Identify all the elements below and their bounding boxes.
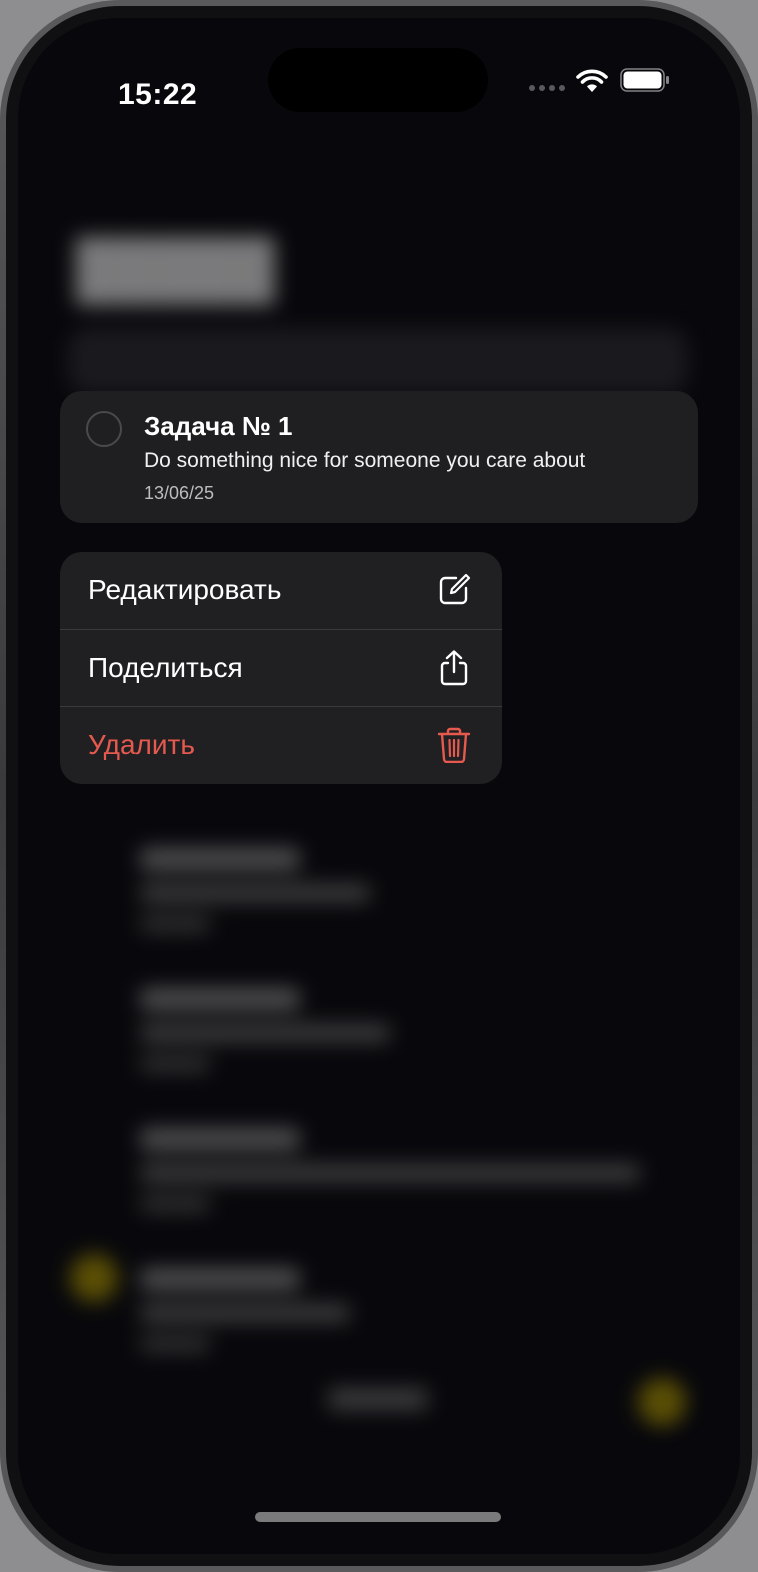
background-checkbox-done (70, 1254, 118, 1302)
screen: █████ 15:22 Задача № 1 Do something nice… (18, 18, 740, 1554)
task-description: Do something nice for someone you care a… (144, 449, 586, 472)
background-footer-count (328, 1388, 428, 1410)
task-checkbox[interactable] (86, 411, 122, 447)
focused-task-card[interactable]: Задача № 1 Do something nice for someone… (60, 391, 698, 523)
blurred-background: █████ (18, 18, 740, 1554)
wifi-icon (576, 69, 608, 92)
menu-item-edit[interactable]: Редактировать (60, 552, 502, 629)
cellular-signal-icon (529, 85, 565, 91)
menu-item-label: Поделиться (88, 652, 243, 683)
background-new-task-icon (638, 1378, 686, 1426)
dynamic-island (268, 48, 488, 112)
menu-item-label: Редактировать (88, 574, 282, 605)
background-search-bar (68, 328, 688, 394)
share-icon (440, 650, 468, 686)
edit-icon (439, 573, 471, 605)
status-bar-time: 15:22 (118, 78, 198, 111)
battery-icon (620, 68, 669, 92)
background-task-row (140, 848, 370, 932)
task-date: 13/06/25 (144, 483, 215, 503)
menu-item-delete[interactable]: Удалить (60, 706, 502, 783)
trash-icon (437, 727, 471, 763)
context-menu: Редактировать Поделиться Удалить (60, 552, 502, 784)
background-task-row (140, 1268, 350, 1352)
background-task-row (140, 988, 390, 1072)
task-title: Задача № 1 (144, 411, 293, 441)
menu-item-label: Удалить (88, 729, 195, 760)
background-task-row (140, 1128, 640, 1212)
background-page-title: █████ (76, 237, 275, 300)
menu-item-share[interactable]: Поделиться (60, 629, 502, 706)
home-indicator[interactable] (255, 1512, 501, 1522)
